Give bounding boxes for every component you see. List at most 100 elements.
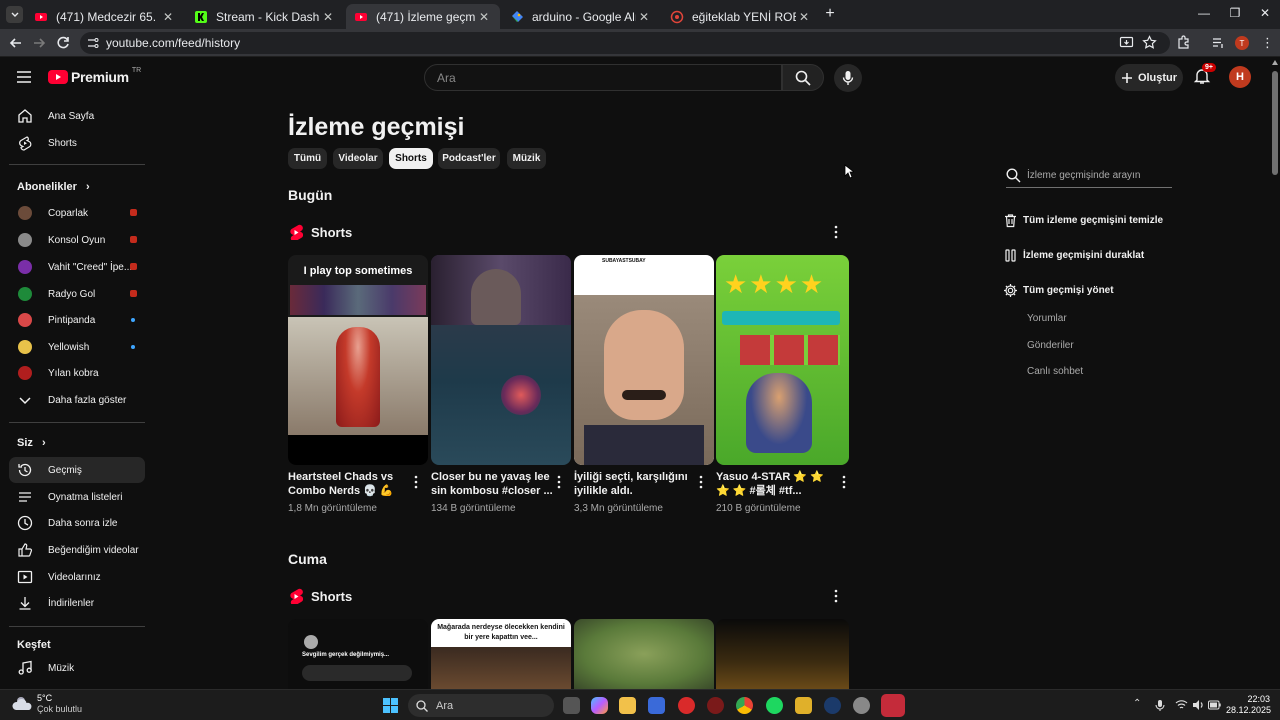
sidebar-item-history[interactable]: Geçmiş [9, 457, 145, 483]
scrollbar-thumb[interactable] [1272, 71, 1278, 175]
sidebar-item-subscription[interactable]: Pintipanda [9, 307, 145, 333]
clear-history-button[interactable]: Tüm izleme geçmişini temizle [1003, 210, 1163, 230]
windows-start-icon[interactable] [382, 697, 399, 714]
browser-tab-2[interactable]: Stream - Kick Dashboard ✕ [186, 4, 344, 29]
short-thumbnail[interactable]: ★★★★ [716, 255, 849, 465]
app-icon-gear[interactable] [853, 697, 870, 714]
video-title[interactable]: Yasuo 4-STAR ⭐ ⭐ ⭐ ⭐ #롤체 #tf... [716, 470, 834, 498]
account-avatar[interactable]: H [1229, 66, 1251, 88]
browser-tab-4[interactable]: arduino - Google Alışveriş ✕ [502, 4, 660, 29]
sidebar-item-music[interactable]: Müzik [9, 655, 145, 681]
voice-search-button[interactable] [834, 64, 862, 92]
sidebar-item-subscription[interactable]: Konsol Oyun [9, 227, 145, 253]
sidebar-item-downloads[interactable]: İndirilenler [9, 590, 145, 616]
wifi-icon[interactable] [1175, 699, 1188, 711]
close-icon[interactable]: ✕ [796, 10, 812, 24]
short-thumbnail[interactable]: SUBAYASTSUBAY [574, 255, 714, 465]
spotify-icon[interactable] [766, 697, 783, 714]
sidebar-item-subscription[interactable]: Yılan kobra [9, 360, 145, 386]
close-icon[interactable]: ✕ [636, 10, 652, 24]
minimize-icon[interactable]: — [1196, 6, 1212, 20]
show-more-button[interactable]: Daha fazla göster [9, 387, 145, 413]
more-options-icon[interactable] [412, 475, 420, 489]
short-thumbnail[interactable] [431, 255, 571, 465]
install-app-icon[interactable] [1119, 35, 1134, 50]
sidebar-item-shorts[interactable]: Shorts [9, 130, 145, 156]
extensions-icon[interactable] [1176, 35, 1191, 50]
microphone-icon[interactable] [1155, 699, 1165, 712]
short-thumbnail[interactable] [574, 619, 714, 689]
store-icon[interactable] [648, 697, 665, 714]
manage-history-button[interactable]: Tüm geçmişi yönet [1003, 280, 1114, 300]
url-bar[interactable]: youtube.com/feed/history [80, 32, 1170, 54]
copilot-icon[interactable] [591, 697, 608, 714]
media-control-icon[interactable] [1211, 35, 1226, 50]
video-title[interactable]: Heartsteel Chads vs Combo Nerds 💀 💪 [288, 470, 413, 498]
steam-icon[interactable] [824, 697, 841, 714]
restore-icon[interactable]: ❐ [1227, 6, 1243, 20]
battery-icon[interactable] [1208, 700, 1221, 710]
more-options-icon[interactable] [697, 475, 705, 489]
live-chat-link[interactable]: Canlı sohbet [1027, 366, 1083, 377]
chrome-icon[interactable] [736, 697, 753, 714]
back-arrow-icon[interactable] [7, 34, 25, 52]
sidebar-item-subscription[interactable]: Radyo Gol [9, 281, 145, 307]
browser-tab-1[interactable]: (471) Medcezir 65. Bölüm (4K) ✕ [26, 4, 184, 29]
volume-icon[interactable] [1192, 699, 1205, 711]
chip-music[interactable]: Müzik [507, 148, 546, 169]
more-options-icon[interactable] [832, 589, 840, 603]
page-scrollbar[interactable] [1270, 57, 1280, 689]
tray-overflow-icon[interactable]: ⌃ [1133, 698, 1141, 709]
tab-search-button[interactable] [6, 6, 23, 23]
bookmark-star-icon[interactable] [1142, 35, 1157, 50]
sidebar-item-watch-later[interactable]: Daha sonra izle [9, 510, 145, 536]
browser-tab-5[interactable]: eğiteklab YENİ ROBOTİK KODLA ✕ [662, 4, 820, 29]
short-thumbnail[interactable]: I play top sometimes [288, 255, 428, 465]
more-options-icon[interactable] [840, 475, 848, 489]
file-explorer-icon[interactable] [619, 697, 636, 714]
short-thumbnail[interactable] [716, 619, 849, 689]
profile-avatar[interactable]: T [1235, 36, 1249, 50]
sidebar-item-subscription[interactable]: Vahit "Creed" İpe... [9, 254, 145, 280]
subscriptions-heading[interactable]: Abonelikler › [17, 181, 90, 193]
close-icon[interactable]: ✕ [160, 10, 176, 24]
short-thumbnail[interactable]: Mağarada nerdeyse ölecekken kendini bir … [431, 619, 571, 689]
sidebar-item-subscription[interactable]: Yellowish [9, 334, 145, 360]
browser-menu-icon[interactable]: ⋮ [1261, 34, 1274, 52]
chip-shorts[interactable]: Shorts [389, 148, 433, 169]
posts-link[interactable]: Gönderiler [1027, 340, 1074, 351]
app-icon-yellow[interactable] [795, 697, 812, 714]
sidebar-item-playlists[interactable]: Oynatma listeleri [9, 484, 145, 510]
chip-all[interactable]: Tümü [288, 148, 327, 169]
hamburger-menu-icon[interactable] [17, 71, 31, 83]
more-options-icon[interactable] [832, 225, 840, 239]
sidebar-item-your-videos[interactable]: Videolarınız [9, 564, 145, 590]
notifications-button[interactable]: 9+ [1193, 63, 1216, 87]
app-icon-active[interactable] [881, 694, 905, 717]
history-search-input[interactable]: İzleme geçmişinde arayın [1006, 163, 1172, 188]
clock[interactable]: 22:03 28.12.2025 [1226, 694, 1271, 716]
chip-videos[interactable]: Videolar [333, 148, 383, 169]
new-tab-button[interactable]: + [822, 5, 838, 23]
close-icon[interactable]: ✕ [320, 10, 336, 24]
weather-widget[interactable]: 5°C Çok bulutlu [12, 693, 82, 715]
app-icon-red[interactable] [678, 697, 695, 714]
comments-link[interactable]: Yorumlar [1027, 313, 1067, 324]
site-info-icon[interactable] [86, 36, 100, 50]
chip-podcasts[interactable]: Podcast'ler [438, 148, 500, 169]
sidebar-item-liked-videos[interactable]: Beğendiğim videolar [9, 537, 145, 563]
search-button[interactable] [782, 64, 824, 91]
video-title[interactable]: İyiliği seçti, karşılığını iyilikle aldı… [574, 470, 699, 498]
more-options-icon[interactable] [555, 475, 563, 489]
youtube-premium-logo[interactable]: Premium TR [48, 67, 141, 85]
task-view-icon[interactable] [563, 697, 580, 714]
close-window-icon[interactable]: ✕ [1257, 6, 1273, 20]
pause-history-button[interactable]: İzleme geçmişini duraklat [1003, 245, 1144, 265]
sidebar-item-home[interactable]: Ana Sayfa [9, 103, 145, 129]
search-input[interactable]: Ara [424, 64, 782, 91]
you-heading[interactable]: Siz › [17, 437, 46, 449]
create-button[interactable]: Oluştur [1115, 64, 1183, 91]
reload-icon[interactable] [54, 34, 72, 52]
browser-tab-3[interactable]: (471) İzleme geçmişi - YouTube ✕ [346, 4, 500, 29]
scroll-up-arrow[interactable] [1272, 60, 1278, 65]
